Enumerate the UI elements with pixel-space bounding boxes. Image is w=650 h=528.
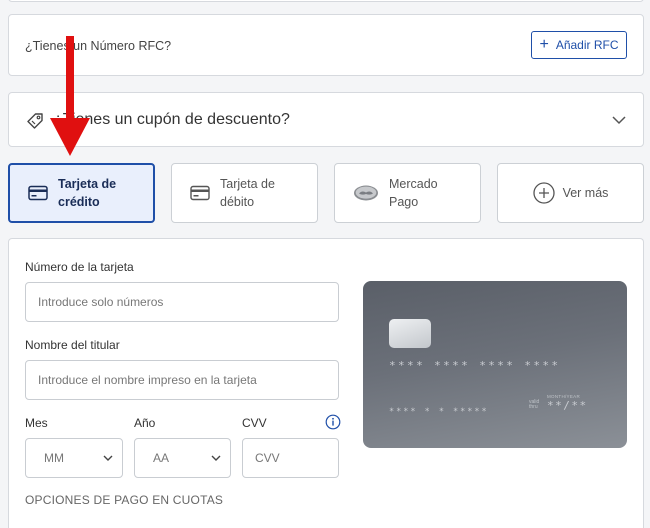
card-number-input[interactable]: Introduce solo números bbox=[25, 282, 339, 322]
month-label: Mes bbox=[25, 416, 48, 430]
month-select[interactable]: MM bbox=[25, 438, 123, 478]
mercado-pago-icon bbox=[354, 185, 378, 201]
holder-name-label: Nombre del titular bbox=[25, 338, 120, 352]
payment-method-label: Mercado bbox=[389, 177, 438, 191]
credit-card-icon bbox=[28, 185, 48, 201]
cvv-placeholder: CVV bbox=[255, 451, 280, 465]
month-value: MM bbox=[44, 451, 64, 465]
card-preview-holder: **** * * ***** bbox=[389, 407, 489, 417]
payment-method-label: Tarjeta de bbox=[220, 177, 275, 191]
annotation-arrow bbox=[50, 36, 90, 156]
year-value: AA bbox=[153, 451, 170, 465]
card-preview-expiry: **/** bbox=[547, 399, 588, 412]
rfc-panel: ¿Tienes un Número RFC? + Añadir RFC bbox=[8, 14, 644, 76]
cvv-input[interactable]: CVV bbox=[242, 438, 339, 478]
payment-method-credit-card[interactable]: Tarjeta de crédito bbox=[8, 163, 155, 223]
card-preview-number: **** **** **** **** bbox=[389, 359, 561, 372]
payment-method-mercado-pago[interactable]: Mercado Pago bbox=[334, 163, 481, 223]
payment-method-label: Ver más bbox=[562, 186, 609, 200]
card-number-placeholder: Introduce solo números bbox=[38, 295, 164, 309]
year-select[interactable]: AA bbox=[134, 438, 231, 478]
plus-icon: + bbox=[539, 36, 549, 53]
cvv-label: CVV bbox=[242, 416, 267, 430]
card-preview-valid-thru: valid thru bbox=[529, 399, 540, 410]
payment-method-debit-card[interactable]: Tarjeta de débito bbox=[171, 163, 318, 223]
year-label: Año bbox=[134, 416, 156, 430]
debit-card-icon bbox=[190, 185, 210, 201]
payment-method-label-2: crédito bbox=[58, 195, 100, 209]
holder-name-input[interactable]: Introduce el nombre impreso en la tarjet… bbox=[25, 360, 339, 400]
chevron-down-icon bbox=[612, 116, 626, 125]
add-rfc-button[interactable]: + Añadir RFC bbox=[531, 31, 627, 59]
add-rfc-label: Añadir RFC bbox=[555, 38, 619, 52]
payment-method-see-more[interactable]: Ver más bbox=[497, 163, 644, 223]
payment-method-label-2: débito bbox=[220, 195, 255, 209]
card-number-label: Número de la tarjeta bbox=[25, 260, 134, 274]
installments-label: OPCIONES DE PAGO EN CUOTAS bbox=[25, 493, 224, 507]
holder-name-placeholder: Introduce el nombre impreso en la tarjet… bbox=[38, 373, 257, 387]
chevron-down-icon bbox=[103, 455, 113, 461]
card-preview: **** **** **** **** **** * * ***** valid… bbox=[363, 281, 627, 448]
payment-method-label-2: Pago bbox=[389, 195, 419, 209]
chevron-down-icon bbox=[211, 455, 221, 461]
plus-circle-icon bbox=[532, 182, 555, 204]
payment-method-label: Tarjeta de bbox=[58, 177, 117, 191]
coupon-accordion[interactable]: ¿Tienes un cupón de descuento? bbox=[8, 92, 644, 147]
info-icon[interactable] bbox=[325, 414, 341, 430]
card-form-panel: Número de la tarjeta Introduce solo núme… bbox=[8, 238, 644, 528]
previous-section-panel bbox=[8, 0, 644, 2]
card-chip bbox=[389, 319, 431, 348]
